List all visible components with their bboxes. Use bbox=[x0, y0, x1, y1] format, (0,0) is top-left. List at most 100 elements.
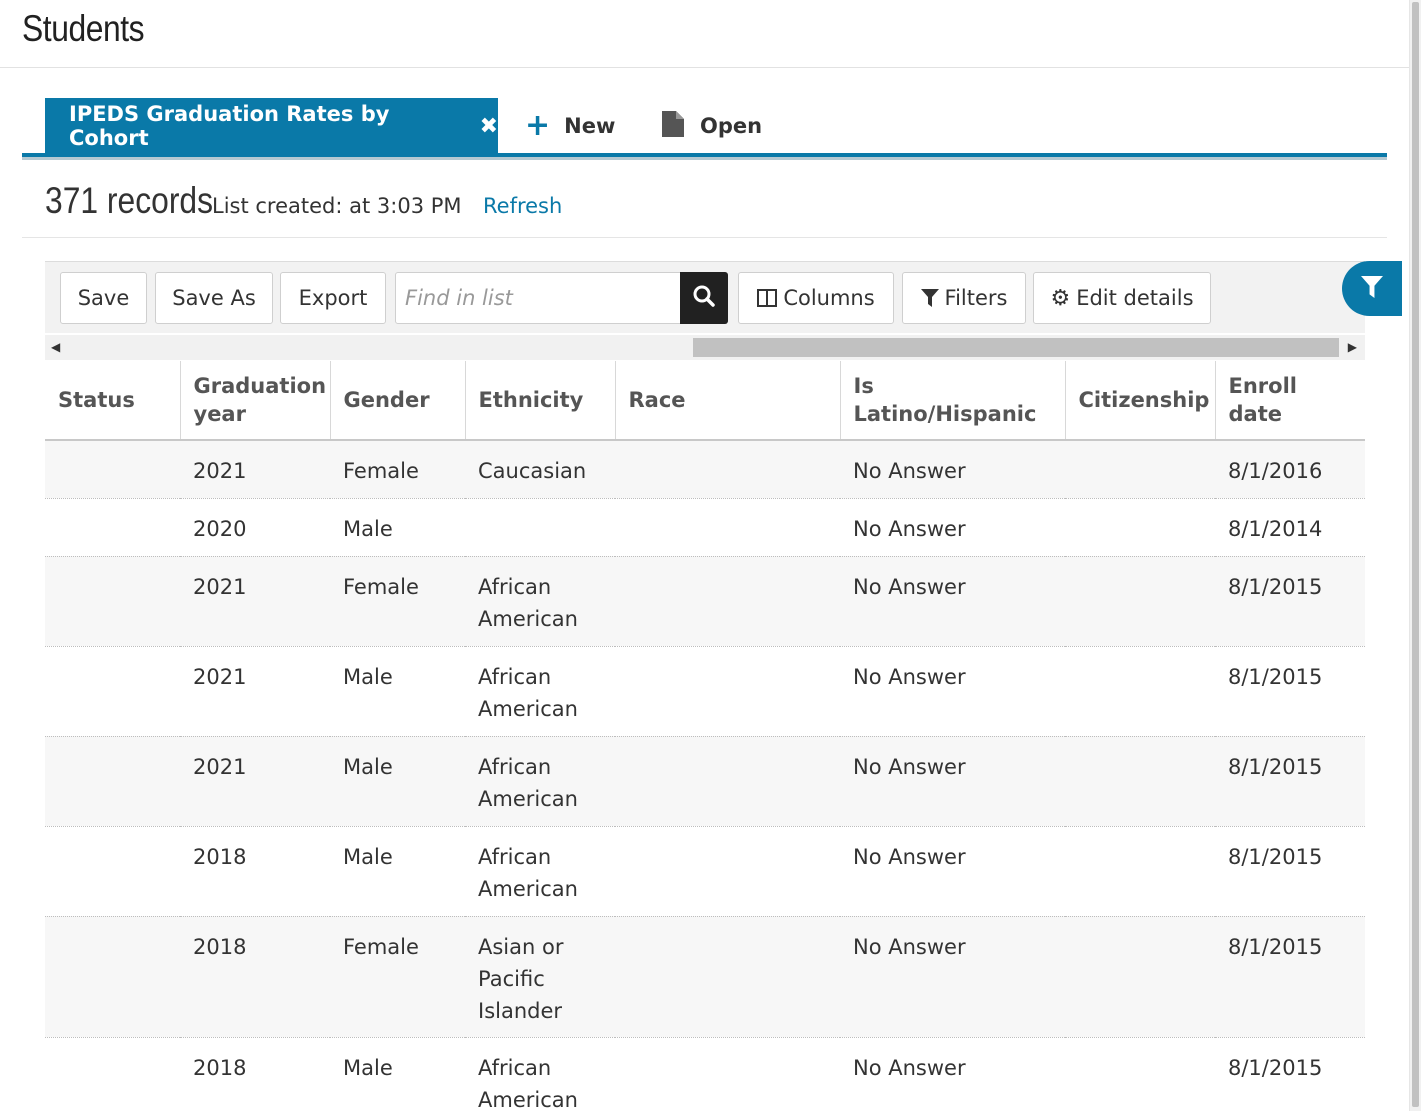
edit-details-label: Edit details bbox=[1076, 286, 1194, 310]
cell-gender: Female bbox=[330, 440, 465, 499]
search-button[interactable] bbox=[680, 272, 728, 324]
cell-gender: Male bbox=[330, 646, 465, 737]
filter-icon bbox=[1361, 275, 1383, 302]
cell-graduation-year: 2021 bbox=[180, 556, 330, 647]
close-icon[interactable]: ✖ bbox=[480, 114, 498, 139]
cell-enroll-date: 8/1/2015 bbox=[1215, 826, 1365, 917]
cell-citizenship bbox=[1065, 556, 1215, 647]
cell-citizenship bbox=[1065, 826, 1215, 917]
table-header-row: Status Graduation year Gender Ethnicity … bbox=[45, 361, 1365, 441]
column-header-is-latino-hispanic[interactable]: Is Latino/Hispanic bbox=[840, 361, 1066, 441]
column-header-race[interactable]: Race bbox=[615, 361, 841, 441]
list-tabs: IPEDS Graduation Rates by Cohort ✖ + New… bbox=[22, 98, 1387, 160]
cell-status bbox=[45, 826, 180, 917]
cell-ethnicity: African American bbox=[465, 1037, 615, 1111]
cell-status bbox=[45, 556, 180, 647]
cell-ethnicity: African American bbox=[465, 826, 615, 917]
cell-graduation-year: 2021 bbox=[180, 440, 330, 499]
plus-icon: + bbox=[525, 108, 551, 143]
cell-ethnicity: African American bbox=[465, 736, 615, 827]
cell-is-latino-hispanic: No Answer bbox=[840, 1037, 1065, 1111]
filter-panel-toggle[interactable] bbox=[1342, 261, 1402, 316]
cell-is-latino-hispanic: No Answer bbox=[840, 440, 1065, 499]
cell-race bbox=[615, 646, 840, 737]
cell-status bbox=[45, 1037, 180, 1111]
column-header-enroll-date[interactable]: Enroll date bbox=[1215, 361, 1365, 441]
horizontal-scrollbar[interactable]: ◀ ▶ bbox=[45, 335, 1365, 360]
refresh-link[interactable]: Refresh bbox=[483, 194, 562, 218]
table-row[interactable]: 2021 Female Caucasian No Answer 8/1/2016 bbox=[45, 440, 1365, 499]
new-list-button[interactable]: + New bbox=[525, 98, 615, 154]
cell-status bbox=[45, 736, 180, 827]
column-header-citizenship[interactable]: Citizenship bbox=[1065, 361, 1216, 441]
cell-gender: Male bbox=[330, 498, 465, 557]
gear-icon: ⚙ bbox=[1050, 285, 1071, 311]
column-header-status[interactable]: Status bbox=[45, 361, 181, 441]
columns-icon bbox=[757, 289, 778, 307]
cell-ethnicity: Asian or Pacific Islander bbox=[465, 916, 615, 1038]
column-header-ethnicity[interactable]: Ethnicity bbox=[465, 361, 616, 441]
cell-is-latino-hispanic: No Answer bbox=[840, 826, 1065, 917]
table-row[interactable]: 2021 Female African American No Answer 8… bbox=[45, 556, 1365, 647]
cell-enroll-date: 8/1/2016 bbox=[1215, 440, 1365, 499]
cell-graduation-year: 2021 bbox=[180, 646, 330, 737]
columns-label: Columns bbox=[783, 286, 875, 310]
tab-ipeds-graduation-rates[interactable]: IPEDS Graduation Rates by Cohort ✖ bbox=[45, 98, 498, 154]
cell-ethnicity: African American bbox=[465, 556, 615, 647]
search-box bbox=[395, 272, 728, 324]
tab-label: IPEDS Graduation Rates by Cohort bbox=[69, 102, 390, 150]
record-count: 371 records bbox=[45, 180, 214, 221]
filters-label: Filters bbox=[944, 286, 1008, 310]
cell-gender: Male bbox=[330, 826, 465, 917]
scroll-left-arrow[interactable]: ◀ bbox=[51, 340, 60, 354]
search-input[interactable] bbox=[396, 273, 681, 323]
cell-is-latino-hispanic: No Answer bbox=[840, 498, 1065, 557]
cell-status bbox=[45, 916, 180, 1038]
save-as-button[interactable]: Save As bbox=[155, 272, 273, 324]
cell-ethnicity bbox=[465, 498, 615, 557]
cell-race bbox=[615, 736, 840, 827]
table-row[interactable]: 2021 Male African American No Answer 8/1… bbox=[45, 736, 1365, 827]
open-label: Open bbox=[700, 114, 763, 138]
page-title: Students bbox=[22, 8, 145, 49]
cell-graduation-year: 2021 bbox=[180, 736, 330, 827]
cell-graduation-year: 2018 bbox=[180, 916, 330, 1038]
table-row[interactable]: 2020 Male No Answer 8/1/2014 bbox=[45, 498, 1365, 557]
export-button[interactable]: Export bbox=[280, 272, 386, 324]
cell-gender: Female bbox=[330, 916, 465, 1038]
cell-ethnicity: African American bbox=[465, 646, 615, 737]
cell-race bbox=[615, 826, 840, 917]
open-list-button[interactable]: Open bbox=[662, 98, 762, 154]
table-row[interactable]: 2018 Male African American No Answer 8/1… bbox=[45, 826, 1365, 917]
vertical-scrollbar-thumb[interactable] bbox=[1412, 2, 1419, 1107]
cell-citizenship bbox=[1065, 1037, 1215, 1111]
tabs-underline-shadow bbox=[22, 157, 1387, 160]
search-icon bbox=[692, 284, 716, 312]
filters-button[interactable]: Filters bbox=[902, 272, 1026, 324]
cell-is-latino-hispanic: No Answer bbox=[840, 736, 1065, 827]
table-row[interactable]: 2018 Female Asian or Pacific Islander No… bbox=[45, 916, 1365, 1038]
cell-is-latino-hispanic: No Answer bbox=[840, 916, 1065, 1038]
cell-status bbox=[45, 440, 180, 499]
table-row[interactable]: 2018 Male African American No Answer 8/1… bbox=[45, 1037, 1365, 1111]
columns-button[interactable]: Columns bbox=[738, 272, 894, 324]
new-label: New bbox=[564, 114, 616, 138]
list-toolbar: Save Save As Export Columns Filters ⚙ Ed… bbox=[45, 261, 1365, 333]
cell-race bbox=[615, 556, 840, 647]
document-icon bbox=[662, 110, 684, 142]
save-button[interactable]: Save bbox=[60, 272, 147, 324]
cell-enroll-date: 8/1/2015 bbox=[1215, 1037, 1365, 1111]
vertical-scrollbar[interactable] bbox=[1409, 0, 1421, 1111]
cell-enroll-date: 8/1/2015 bbox=[1215, 916, 1365, 1038]
scroll-right-arrow[interactable]: ▶ bbox=[1348, 340, 1357, 354]
cell-graduation-year: 2018 bbox=[180, 826, 330, 917]
cell-citizenship bbox=[1065, 916, 1215, 1038]
column-header-graduation-year[interactable]: Graduation year bbox=[180, 361, 331, 441]
cell-ethnicity: Caucasian bbox=[465, 440, 615, 499]
edit-details-button[interactable]: ⚙ Edit details bbox=[1033, 272, 1211, 324]
table-row[interactable]: 2021 Male African American No Answer 8/1… bbox=[45, 646, 1365, 737]
column-header-gender[interactable]: Gender bbox=[330, 361, 466, 441]
list-created-time: List created: at 3:03 PM bbox=[212, 194, 462, 218]
horizontal-scrollbar-thumb[interactable] bbox=[693, 338, 1339, 357]
page-header: Students bbox=[0, 0, 1409, 68]
